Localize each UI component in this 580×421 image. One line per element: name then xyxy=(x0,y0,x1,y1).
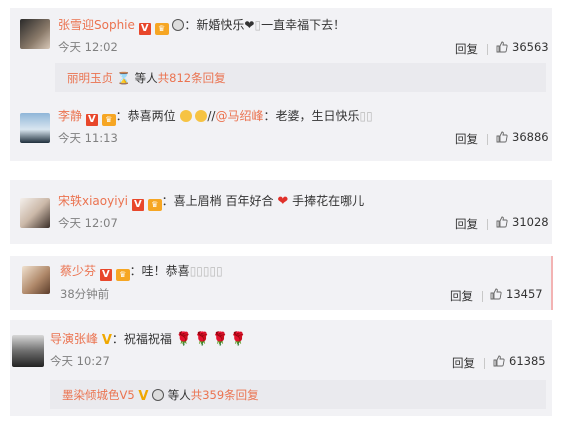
user-name[interactable]: 张雪迎Sophie xyxy=(58,18,135,32)
comment-panel xyxy=(10,180,552,244)
timestamp: 38分钟前 xyxy=(60,287,110,301)
reply-button[interactable]: 回复 xyxy=(455,41,478,57)
fan-badge-icon: ♛ xyxy=(115,269,130,281)
thumbs-up-icon xyxy=(490,288,502,300)
like-count: 61385 xyxy=(509,354,546,368)
panda-emoji-icon xyxy=(172,19,185,31)
comment-body: ：新婚快乐 xyxy=(184,18,245,32)
reply-count-link[interactable]: 共359条回复 xyxy=(191,388,259,402)
like-button[interactable]: 36886 xyxy=(496,130,549,144)
user-name[interactable]: 宋轶xiaoyiyi xyxy=(58,194,128,208)
comment-body: ：喜上眉梢 百年好合 xyxy=(161,194,274,208)
divider xyxy=(487,44,488,55)
divider xyxy=(482,291,483,302)
fan-badge-icon: ♛ xyxy=(101,114,116,126)
placeholder-glyph-icon: ▯▯ xyxy=(359,109,373,123)
reply-summary-text: 丽明玉贞 ⌛ 等人共812条回复 xyxy=(67,70,226,86)
panda-emoji-icon xyxy=(152,389,165,401)
reply-user-name[interactable]: 墨染倾城色V5 xyxy=(62,388,135,402)
like-button[interactable]: 13457 xyxy=(490,287,543,301)
highlight-bar xyxy=(551,256,553,310)
fan-badge-icon: ♛ xyxy=(154,23,169,35)
like-button[interactable]: 31028 xyxy=(496,215,549,229)
comment-text: 李静 V ♛ ：恭喜两位 //@马绍峰：老婆，生日快乐▯▯ xyxy=(58,108,373,126)
hourglass-icon: ⌛ xyxy=(116,71,131,85)
like-count: 36563 xyxy=(512,40,549,54)
comment-body: ：恭喜两位 xyxy=(115,109,176,123)
comment-text: 宋轶xiaoyiyi V ♛ ：喜上眉梢 百年好合 ❤ 手捧花在哪儿 xyxy=(58,193,364,211)
heart-icon: ❤ xyxy=(244,18,255,32)
reply-button[interactable]: 回复 xyxy=(455,131,478,147)
reply-button[interactable]: 回复 xyxy=(450,288,473,304)
divider xyxy=(487,134,488,145)
heart-icon: ❤ xyxy=(277,194,289,209)
reply-count-link[interactable]: 共812条回复 xyxy=(158,71,226,85)
comment-body-end: 手捧花在哪儿 xyxy=(292,194,365,208)
reply-button[interactable]: 回复 xyxy=(452,355,475,371)
divider xyxy=(487,219,488,230)
thumbs-up-icon xyxy=(493,355,505,367)
thumbs-up-icon xyxy=(496,41,508,53)
comment-body-end: 一直幸福下去！ xyxy=(261,18,346,32)
comment-body: ：祝福祝福 xyxy=(111,332,172,346)
timestamp: 今天 10:27 xyxy=(50,354,110,368)
like-button[interactable]: 36563 xyxy=(496,40,549,54)
mention-link[interactable]: @马绍峰 xyxy=(215,109,263,123)
verified-icon: V xyxy=(99,269,112,281)
divider xyxy=(484,358,485,369)
verified-gold-icon: V xyxy=(138,389,149,404)
avatar[interactable] xyxy=(20,19,50,49)
thumbs-up-icon xyxy=(496,216,508,228)
timestamp: 今天 11:13 xyxy=(58,131,118,145)
reply-summary-label: 等人 xyxy=(134,71,158,85)
comment-text: 张雪迎Sophie V ♛ ：新婚快乐❤▯一直幸福下去！ xyxy=(58,17,345,35)
like-button[interactable]: 61385 xyxy=(493,354,546,368)
verified-icon: V xyxy=(138,23,151,35)
avatar[interactable] xyxy=(20,198,50,228)
reply-user-name[interactable]: 丽明玉贞 xyxy=(67,71,113,85)
placeholder-glyph-icon: ▯▯▯▯▯ xyxy=(189,264,223,278)
grin-emoji-icon xyxy=(195,110,208,122)
timestamp: 今天 12:07 xyxy=(58,216,118,230)
verified-gold-icon: V xyxy=(101,333,112,348)
comment-text: 导演张峰 V：祝福祝福 🌹 🌹 🌹 🌹 xyxy=(50,331,249,349)
verified-icon: V xyxy=(131,199,144,211)
rose-icon: 🌹 xyxy=(212,332,229,347)
comment-text: 蔡少芬 V ♛ ：哇！恭喜▯▯▯▯▯ xyxy=(60,263,223,281)
like-count: 13457 xyxy=(506,287,543,301)
user-name[interactable]: 李静 xyxy=(58,109,82,123)
avatar[interactable] xyxy=(20,113,50,143)
reply-summary-label: 等人 xyxy=(167,388,191,402)
user-name[interactable]: 蔡少芬 xyxy=(60,264,96,278)
reply-summary-text: 墨染倾城色V5 V 等人共359条回复 xyxy=(62,387,259,404)
comment-body: ：哇！恭喜 xyxy=(129,264,190,278)
verified-icon: V xyxy=(85,114,98,126)
rose-icon: 🌹 xyxy=(230,332,247,347)
reply-button[interactable]: 回复 xyxy=(455,216,478,232)
comment-body-end: ：老婆，生日快乐 xyxy=(263,109,360,123)
avatar[interactable] xyxy=(12,335,44,367)
clapping-emoji-icon xyxy=(179,110,192,122)
like-count: 31028 xyxy=(512,215,549,229)
avatar[interactable] xyxy=(22,266,50,294)
rose-icon: 🌹 xyxy=(175,332,192,347)
rose-icon: 🌹 xyxy=(193,332,211,347)
user-name[interactable]: 导演张峰 xyxy=(50,332,98,346)
like-count: 36886 xyxy=(512,130,549,144)
thumbs-up-icon xyxy=(496,131,508,143)
timestamp: 今天 12:02 xyxy=(58,40,118,54)
fan-badge-icon: ♛ xyxy=(147,199,162,211)
